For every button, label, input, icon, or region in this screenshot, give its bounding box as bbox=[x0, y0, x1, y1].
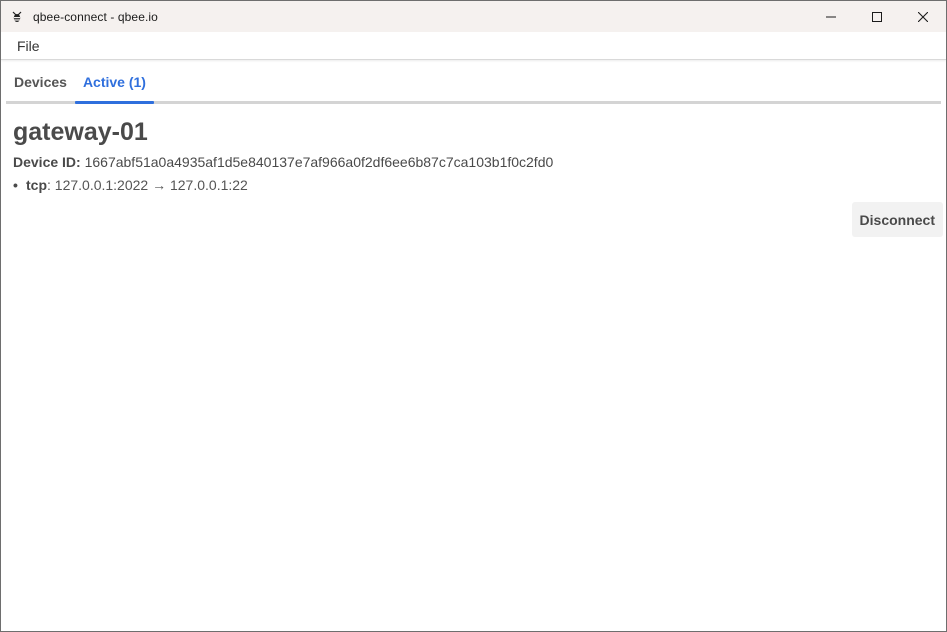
device-id-value: 1667abf51a0a4935af1d5e840137e7af966a0f2d… bbox=[84, 154, 554, 170]
active-connections-panel: gateway-01 Device ID: 1667abf51a0a4935af… bbox=[1, 118, 946, 194]
bullet-icon: • bbox=[13, 177, 18, 193]
disconnect-button[interactable]: Disconnect bbox=[851, 202, 943, 237]
close-button[interactable] bbox=[900, 1, 946, 32]
tab-devices[interactable]: Devices bbox=[6, 60, 75, 104]
close-icon bbox=[918, 11, 928, 22]
window-title: qbee-connect - qbee.io bbox=[33, 9, 158, 24]
connection-list: • tcp: 127.0.0.1:2022 → 127.0.0.1:22 bbox=[13, 176, 934, 194]
device-id-label: Device ID: bbox=[13, 154, 81, 170]
device-id-row: Device ID: 1667abf51a0a4935af1d5e840137e… bbox=[13, 153, 934, 171]
connection-protocol: tcp bbox=[26, 177, 47, 193]
title-bar[interactable]: qbee-connect - qbee.io bbox=[1, 1, 946, 32]
connection-mapping: : 127.0.0.1:2022 → 127.0.0.1:22 bbox=[47, 177, 248, 193]
menu-file[interactable]: File bbox=[1, 38, 51, 54]
tab-active[interactable]: Active (1) bbox=[74, 60, 154, 104]
app-window: qbee-connect - qbee.io File Devices Acti… bbox=[0, 0, 947, 632]
device-name: gateway-01 bbox=[13, 118, 148, 146]
menu-bar: File bbox=[1, 32, 946, 60]
window-controls bbox=[808, 1, 946, 32]
maximize-icon bbox=[872, 11, 882, 22]
connection-item: • tcp: 127.0.0.1:2022 → 127.0.0.1:22 bbox=[13, 176, 934, 194]
qbee-bee-icon bbox=[9, 9, 25, 25]
minimize-icon bbox=[826, 12, 836, 22]
tab-bar: Devices Active (1) bbox=[6, 60, 941, 104]
maximize-button[interactable] bbox=[854, 1, 900, 32]
minimize-button[interactable] bbox=[808, 1, 854, 32]
